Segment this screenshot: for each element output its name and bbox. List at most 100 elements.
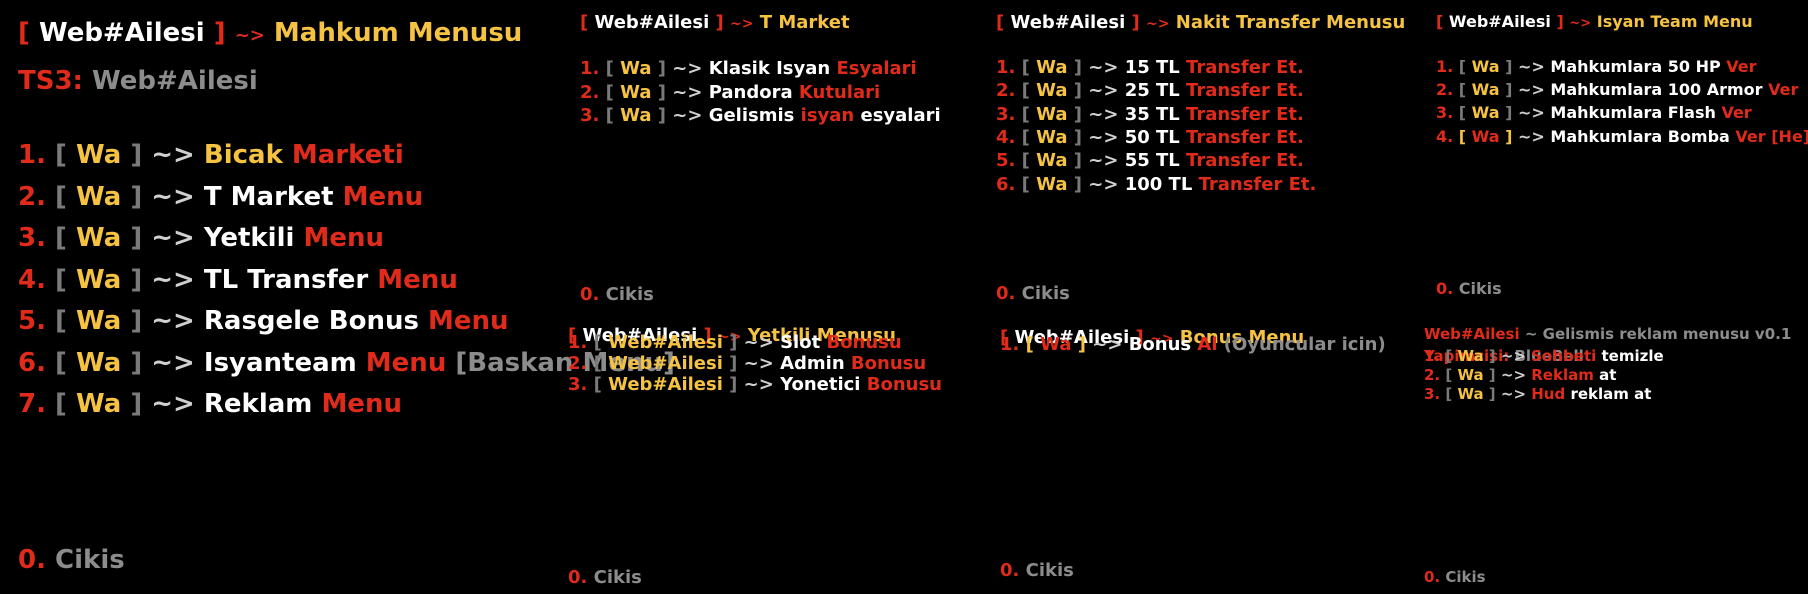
tag-label: Wa bbox=[1457, 347, 1484, 365]
reklam-panel: Web#Ailesi ~ Gelismis reklam menusu v0.1… bbox=[1412, 315, 1808, 594]
menu-item[interactable]: 1. [ Wa ] ~> Bicak Marketi bbox=[18, 140, 404, 170]
item-label: Bonus bbox=[1128, 334, 1198, 355]
tag-label: Wa bbox=[75, 347, 122, 378]
bonus-panel: [ Web#Ailesi ] ~> Bonus Menu 0. Cikis 1.… bbox=[986, 315, 1412, 594]
menu-item[interactable]: 3. [ Wa ] ~> Mahkumlara Flash Ver bbox=[1436, 103, 1752, 122]
tag-label: Wa bbox=[1036, 80, 1068, 102]
exit-item[interactable]: 0. Cikis bbox=[1424, 568, 1486, 586]
tag-label: Wa bbox=[1471, 126, 1500, 146]
menu-title: Nakit Transfer Menusu bbox=[1175, 12, 1406, 33]
menu-item[interactable]: 1. [ Wa ] ~> Mahkumlara 50 HP Ver bbox=[1436, 57, 1757, 76]
item-number: 2. bbox=[568, 353, 594, 374]
item-number: 5. bbox=[18, 306, 56, 336]
menu-item[interactable]: 2. [ Wa ] ~> Pandora Kutulari bbox=[580, 82, 880, 103]
menu-item[interactable]: 4. [ Wa ] ~> 50 TL Transfer Et. bbox=[996, 127, 1304, 148]
item-action: Menu bbox=[365, 347, 447, 378]
menu-item[interactable]: 1. [ Wa ] ~> Klasik Isyan Esyalari bbox=[580, 58, 917, 79]
item-number: 3. bbox=[996, 103, 1022, 125]
exit-item[interactable]: 0. Cikis bbox=[18, 545, 125, 575]
item-number: 6. bbox=[18, 347, 56, 378]
item-label: 100 TL bbox=[1124, 173, 1199, 195]
item-number: 4. bbox=[996, 126, 1022, 148]
item-label: Mahkumlara Bomba bbox=[1550, 126, 1736, 146]
item-label: reklam at bbox=[1565, 385, 1652, 403]
menu-item[interactable]: 6. [ Wa ] ~> 100 TL Transfer Et. bbox=[996, 174, 1316, 195]
menu-item[interactable]: 1. [ Wa ] ~> Sohbeti temizle bbox=[1424, 347, 1664, 365]
tag-label: Wa bbox=[1036, 173, 1068, 195]
tag-label: Wa bbox=[1036, 126, 1068, 148]
item-number: 5. bbox=[996, 150, 1022, 172]
item-action: Bonusu bbox=[826, 332, 902, 353]
item-label: Mahkumlara Flash bbox=[1550, 103, 1722, 123]
menu-item[interactable]: 3. [ Wa ] ~> Yetkili Menu bbox=[18, 223, 384, 253]
item-action: Sohbeti bbox=[1531, 347, 1597, 365]
item-number: 3. bbox=[1436, 103, 1459, 123]
tag-label: Web#Ailesi bbox=[608, 374, 723, 395]
menu-header: [ Web#Ailesi ] ~> T Market bbox=[580, 12, 850, 33]
item-label: 25 TL bbox=[1124, 80, 1187, 102]
menu-item[interactable]: 2. [ Wa ] ~> T Market Menu bbox=[18, 182, 423, 212]
menu-item[interactable]: 1. [ Wa ] ~> Bonus Al (Oyuncular icin) bbox=[1000, 334, 1386, 355]
menu-header: [ Web#Ailesi ] ~> Nakit Transfer Menusu bbox=[996, 12, 1406, 33]
item-label: Mahkumlara 100 Armor bbox=[1550, 80, 1769, 100]
menu-item[interactable]: 3. [ Wa ] ~> 35 TL Transfer Et. bbox=[996, 104, 1304, 125]
item-action: Ver bbox=[1721, 103, 1752, 123]
tag-label: Wa bbox=[1040, 334, 1072, 355]
menu-title: Isyan Team Menu bbox=[1596, 12, 1753, 31]
item-action: Menu bbox=[342, 181, 424, 212]
menu-item[interactable]: 4. [ Wa ] ~> Mahkumlara Bomba Ver [He] bbox=[1436, 127, 1808, 146]
menu-item[interactable]: 2. [ Web#Ailesi ] ~> Admin Bonusu bbox=[568, 353, 926, 374]
t-market-panel: [ Web#Ailesi ] ~> T Market 0. Cikis 1. [… bbox=[556, 0, 986, 315]
tag-label: Wa bbox=[75, 181, 122, 212]
menu-item[interactable]: 2. [ Wa ] ~> 25 TL Transfer Et. bbox=[996, 80, 1304, 101]
isyan-team-panel: [ Web#Ailesi ] ~> Isyan Team Menu 0. Cik… bbox=[1412, 0, 1808, 315]
item-label: Bicak bbox=[203, 140, 292, 170]
item-label: T Market bbox=[203, 181, 343, 212]
tag-label: Wa bbox=[1471, 80, 1500, 100]
item-number: 6. bbox=[996, 173, 1022, 195]
menu-item[interactable]: 3. [ Wa ] ~> Gelismis isyan esyalari bbox=[580, 105, 941, 126]
menu-item[interactable]: 7. [ Wa ] ~> Reklam Menu bbox=[18, 389, 402, 419]
menu-item[interactable]: 1. [ Wa ] ~> 15 TL Transfer Et. bbox=[996, 57, 1304, 78]
item-number: 1. bbox=[996, 57, 1022, 78]
tag-label: Wa bbox=[1471, 57, 1500, 76]
reklam-header: Web#Ailesi ~ Gelismis reklam menusu v0.1 bbox=[1424, 325, 1792, 343]
menu-item[interactable]: 2. [ Wa ] ~> Reklam at bbox=[1424, 366, 1616, 384]
menu-item[interactable]: 1. [ Web#Ailesi ] ~> Slot Bonusu bbox=[568, 332, 902, 353]
yetkili-panel: [ Web#Ailesi ] ~> Yetkili Menusu 0. Ciki… bbox=[556, 315, 986, 594]
nakit-transfer-panel: [ Web#Ailesi ] ~> Nakit Transfer Menusu … bbox=[986, 0, 1412, 315]
tag-label: Wa bbox=[75, 264, 122, 295]
exit-item[interactable]: 0. Cikis bbox=[568, 567, 642, 588]
menu-item[interactable]: 3. [ Web#Ailesi ] ~> Yonetici Bonusu bbox=[568, 374, 942, 395]
item-action: Transfer Et. bbox=[1186, 103, 1304, 125]
item-action: Hud bbox=[1531, 385, 1566, 403]
brand-label: Web#Ailesi bbox=[38, 18, 205, 48]
item-action: Menu bbox=[321, 389, 402, 419]
tag-label: Wa bbox=[75, 389, 122, 419]
item-label: Isyanteam bbox=[203, 347, 366, 378]
menu-title: Mahkum Menusu bbox=[273, 18, 523, 48]
item-number: 4. bbox=[1436, 126, 1459, 146]
menu-item[interactable]: 5. [ Wa ] ~> 55 TL Transfer Et. bbox=[996, 150, 1304, 171]
item-action: isyan bbox=[800, 105, 855, 126]
menu-item[interactable]: 2. [ Wa ] ~> Mahkumlara 100 Armor Ver bbox=[1436, 80, 1798, 99]
exit-item[interactable]: 0. Cikis bbox=[1000, 560, 1074, 581]
tag-label: Wa bbox=[1036, 103, 1068, 125]
item-action: Ver bbox=[1726, 57, 1757, 76]
exit-item[interactable]: 0. Cikis bbox=[580, 284, 654, 305]
item-action: Menu bbox=[428, 306, 509, 336]
menu-item[interactable]: 3. [ Wa ] ~> Hud reklam at bbox=[1424, 385, 1651, 403]
menu-item[interactable]: 4. [ Wa ] ~> TL Transfer Menu bbox=[18, 265, 458, 295]
item-label: Mahkumlara 50 HP bbox=[1550, 57, 1727, 76]
item-number: 1. bbox=[580, 58, 606, 79]
menu-item[interactable]: 5. [ Wa ] ~> Rasgele Bonus Menu bbox=[18, 306, 509, 336]
item-extra: (Oyuncular icin) bbox=[1217, 334, 1386, 355]
exit-item[interactable]: 0. Cikis bbox=[996, 283, 1070, 304]
item-label: 55 TL bbox=[1124, 150, 1187, 172]
item-action: Bonusu bbox=[850, 353, 927, 374]
item-action: Esyalari bbox=[836, 58, 917, 79]
tag-label: Wa bbox=[75, 223, 122, 253]
exit-item[interactable]: 0. Cikis bbox=[1436, 279, 1502, 298]
item-action: Marketi bbox=[291, 140, 404, 170]
mahkum-menu-panel: [ Web#Ailesi ] ~> Mahkum Menusu TS3: Web… bbox=[0, 0, 675, 594]
